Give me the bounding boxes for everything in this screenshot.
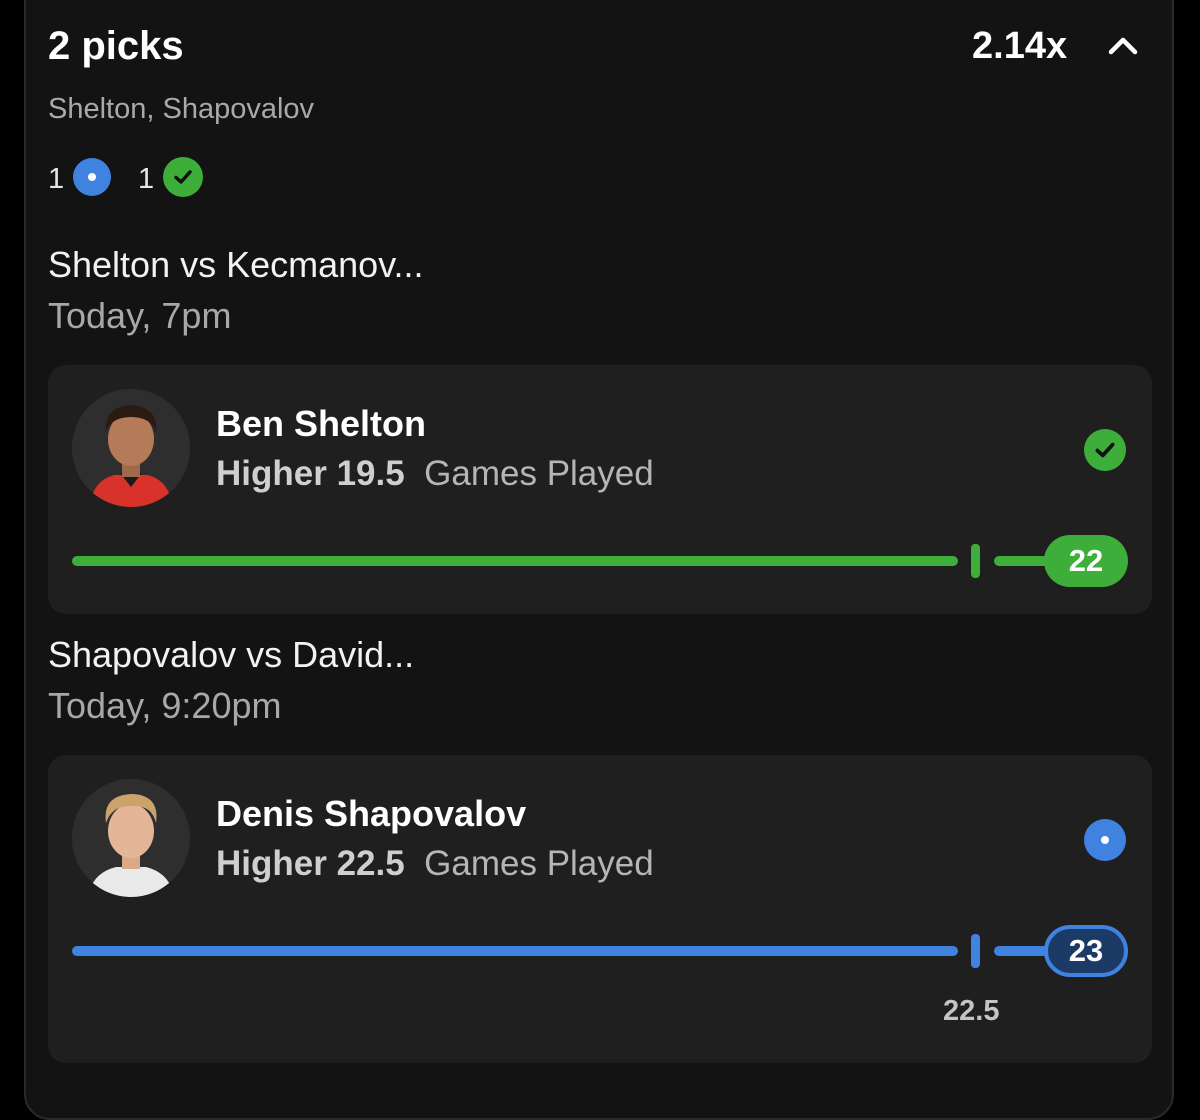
match-time: Today, 9:20pm bbox=[48, 685, 282, 726]
match-title: Shelton vs Kecmanov... bbox=[48, 244, 424, 285]
entry-title: 2 picks bbox=[48, 24, 184, 68]
pick-card[interactable]: Ben Shelton Higher 19.5 Games Played 22 bbox=[48, 365, 1152, 614]
line-marker bbox=[971, 544, 980, 578]
avatar bbox=[72, 389, 190, 507]
payout-multiplier: 2.14x bbox=[972, 25, 1068, 67]
collapse-button[interactable] bbox=[1106, 30, 1140, 60]
pick-direction: Higher 22.5 bbox=[216, 844, 405, 883]
progress-bar bbox=[72, 946, 958, 956]
line-marker bbox=[971, 934, 980, 968]
pick-line: Higher 22.5 Games Played bbox=[216, 843, 654, 885]
players-summary: Shelton, Shapovalov bbox=[48, 93, 315, 125]
check-circle-icon bbox=[1084, 429, 1126, 471]
pick-stat: Games Played bbox=[424, 454, 654, 493]
pick-direction: Higher 19.5 bbox=[216, 454, 405, 493]
progress-bar bbox=[72, 556, 958, 566]
check-circle-icon bbox=[163, 157, 203, 197]
pick-stat: Games Played bbox=[424, 844, 654, 883]
player-name: Ben Shelton bbox=[216, 403, 427, 444]
won-count: 1 bbox=[138, 163, 155, 195]
pick-card[interactable]: Denis Shapovalov Higher 22.5 Games Playe… bbox=[48, 755, 1152, 1063]
pending-count: 1 bbox=[48, 163, 65, 195]
match-title: Shapovalov vs David... bbox=[48, 634, 415, 675]
pending-dot-icon bbox=[73, 158, 111, 196]
player-name: Denis Shapovalov bbox=[216, 793, 527, 834]
chevron-up-icon bbox=[1108, 37, 1138, 55]
result-pill: 22 bbox=[1044, 535, 1128, 587]
match-time: Today, 7pm bbox=[48, 295, 232, 336]
line-value-label: 22.5 bbox=[943, 995, 1000, 1027]
pending-dot-icon bbox=[1084, 819, 1126, 861]
result-pill: 23 bbox=[1044, 925, 1128, 977]
pick-line: Higher 19.5 Games Played bbox=[216, 453, 654, 495]
avatar bbox=[72, 779, 190, 897]
